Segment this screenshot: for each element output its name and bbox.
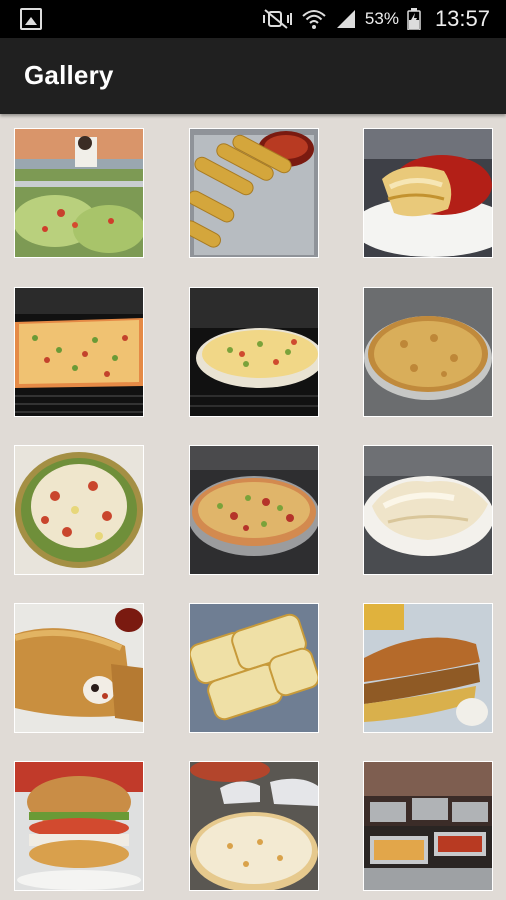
burger-photo[interactable] [14,761,144,891]
gallery-icon [20,8,42,30]
sub-sandwich-photo[interactable] [363,603,493,733]
mute-icon [262,9,292,29]
salad-bar-photo[interactable] [14,128,144,258]
breadsticks-photo[interactable] [189,128,319,258]
buffet-photo[interactable] [363,761,493,891]
greek-salad-photo[interactable] [14,445,144,575]
square-pizza-oven-photo[interactable] [14,287,144,417]
pasta-alfredo-photo[interactable] [363,445,493,575]
wifi-icon [302,10,326,29]
lasagna-photo[interactable] [363,128,493,258]
battery-icon [407,8,421,30]
cheese-pizza-photo[interactable] [363,287,493,417]
status-bar: 53% 13:57 [0,0,506,38]
supreme-pizza-photo[interactable] [189,445,319,575]
garlic-bread-photo[interactable] [189,603,319,733]
pizza-oven-photo[interactable] [189,287,319,417]
battery-percent: 53% [364,9,399,28]
signal-icon [336,10,355,28]
page-title: Gallery [24,60,114,90]
clock: 13:57 [434,6,490,31]
status-icons: 53% 13:57 [261,6,490,32]
pizza-prep-photo[interactable] [189,761,319,891]
photo-grid [14,128,494,900]
app-bar: Gallery [0,38,506,114]
calzone-photo[interactable] [14,603,144,733]
